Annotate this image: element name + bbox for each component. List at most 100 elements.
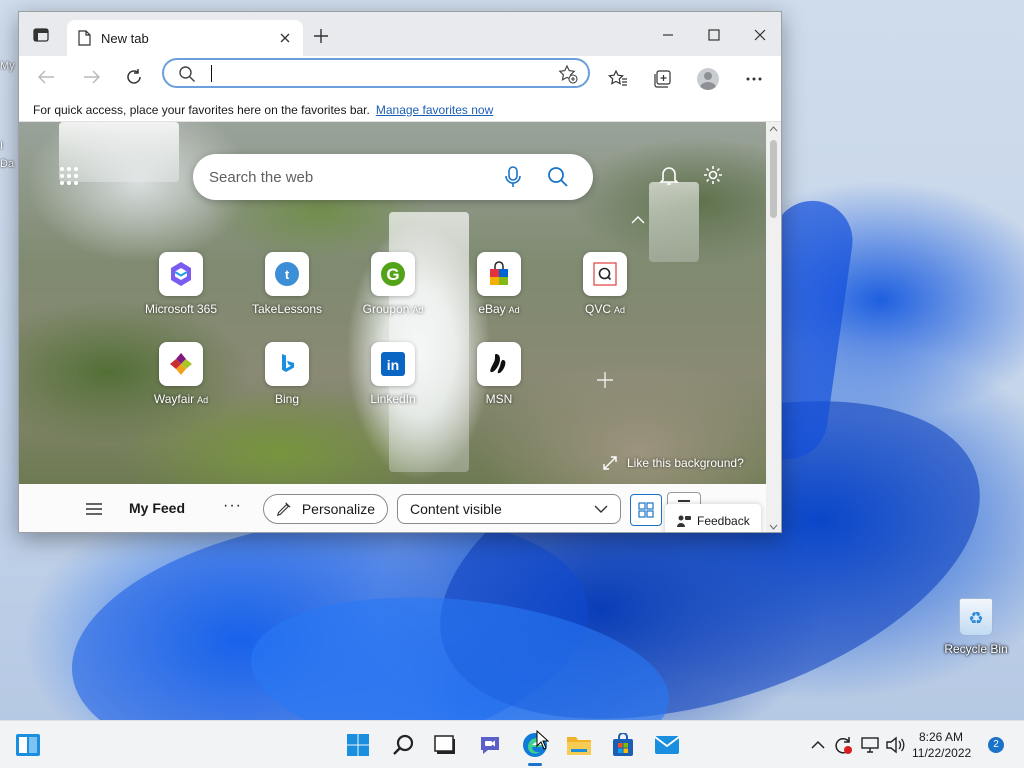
my-feed-title[interactable]: My Feed: [129, 500, 185, 516]
mail-icon: [654, 736, 680, 754]
quick-link-wayfair[interactable]: Wayfair Ad: [128, 342, 234, 406]
ad-badge: Ad: [197, 395, 209, 405]
feedback-button[interactable]: Feedback: [665, 504, 761, 532]
address-input[interactable]: [214, 63, 544, 85]
widgets-button[interactable]: [14, 731, 42, 759]
svg-text:G: G: [386, 265, 399, 284]
minimize-button[interactable]: [645, 20, 691, 50]
close-tab-icon[interactable]: [277, 30, 293, 46]
new-tab-page: Microsoft 365 t TakeLessons G GrouponAd …: [19, 122, 766, 532]
windows-logo-icon: [347, 734, 369, 756]
maximize-button[interactable]: [691, 20, 737, 50]
profile-avatar[interactable]: [697, 68, 719, 90]
network-icon[interactable]: [860, 735, 880, 755]
microphone-icon[interactable]: [503, 166, 523, 188]
desktop-icon-label[interactable]: My: [0, 60, 15, 72]
ad-badge: Ad: [614, 305, 626, 315]
chevron-up-icon[interactable]: [631, 214, 647, 228]
tile-label: Groupon: [362, 302, 410, 316]
feedback-icon: [677, 515, 691, 527]
like-background-button[interactable]: Like this background?: [603, 456, 744, 470]
quick-link-qvc[interactable]: QVC Ad: [552, 252, 658, 316]
scroll-up-icon[interactable]: [769, 126, 778, 132]
refresh-button[interactable]: [123, 66, 145, 88]
quick-link-microsoft-365[interactable]: Microsoft 365: [128, 252, 234, 316]
more-options-icon[interactable]: [743, 68, 765, 90]
recycle-bin-label: Recycle Bin: [944, 642, 1008, 656]
close-window-button[interactable]: [737, 20, 781, 50]
page-scrollbar[interactable]: [766, 122, 781, 532]
qvc-icon: [583, 252, 627, 296]
add-site-icon[interactable]: [595, 370, 615, 390]
taskbar: 8:26 AM 11/22/2022 2: [0, 720, 1024, 768]
update-status-icon[interactable]: [833, 735, 853, 755]
web-search-input[interactable]: [209, 166, 479, 188]
search-taskbar-button[interactable]: [390, 731, 418, 759]
feed-bar: My Feed ··· Personalize Content visible …: [19, 484, 766, 532]
new-tab-button[interactable]: [311, 26, 331, 46]
search-icon: [179, 66, 195, 82]
notification-badge[interactable]: 2: [988, 737, 1004, 753]
quick-link-bing[interactable]: Bing: [234, 342, 340, 406]
widgets-icon: [16, 734, 40, 756]
personalize-button[interactable]: Personalize: [263, 494, 388, 524]
quick-link-groupon[interactable]: G Groupon Ad: [340, 252, 446, 316]
content-visibility-value: Content visible: [410, 501, 502, 517]
quick-link-takelessons[interactable]: t TakeLessons: [234, 252, 340, 316]
svg-text:t: t: [285, 267, 290, 282]
quick-link-linkedin[interactable]: in LinkedIn: [340, 342, 446, 406]
forward-button[interactable]: [81, 66, 103, 88]
like-background-label: Like this background?: [627, 456, 744, 470]
scroll-down-icon[interactable]: [769, 524, 778, 530]
desktop-icon-label[interactable]: Da: [0, 158, 14, 170]
tile-label: Microsoft 365: [144, 302, 218, 316]
menu-icon[interactable]: [85, 502, 103, 516]
start-button[interactable]: [344, 731, 372, 759]
page-icon: [78, 30, 91, 46]
tile-label: Wayfair: [153, 392, 195, 406]
linkedin-icon: in: [371, 342, 415, 386]
task-view-button[interactable]: [431, 731, 459, 759]
tile-label: LinkedIn: [370, 392, 416, 406]
content-visibility-select[interactable]: Content visible: [397, 494, 621, 524]
quick-link-msn[interactable]: MSN: [446, 342, 552, 406]
back-button[interactable]: [35, 66, 57, 88]
file-explorer-button[interactable]: [565, 731, 593, 759]
tab-actions-icon[interactable]: [29, 24, 53, 46]
folder-icon: [567, 737, 591, 755]
address-bar[interactable]: [162, 58, 590, 88]
chat-button[interactable]: [476, 731, 504, 759]
edge-window: New tab For quick access, place your fav…: [18, 11, 782, 533]
show-hidden-icons-button[interactable]: [808, 735, 828, 755]
volume-icon[interactable]: [885, 735, 905, 755]
grid-icon: [638, 502, 654, 518]
groupon-icon: G: [371, 252, 415, 296]
apps-launcher-icon[interactable]: [59, 166, 81, 188]
notifications-bell-icon[interactable]: [658, 164, 682, 188]
mail-button[interactable]: [653, 731, 681, 759]
search-icon[interactable]: [547, 166, 569, 188]
recycle-bin-icon: ♻: [959, 598, 993, 636]
collections-icon[interactable]: [651, 68, 673, 90]
add-favorite-icon[interactable]: [558, 64, 578, 84]
feed-more-button[interactable]: ···: [223, 497, 242, 515]
chat-icon: [481, 737, 499, 754]
web-search-box[interactable]: [193, 154, 593, 200]
microsoft-store-button[interactable]: [609, 731, 637, 759]
recycle-bin[interactable]: ♻ Recycle Bin: [940, 598, 1012, 656]
chevron-down-icon: [594, 505, 608, 513]
wayfair-icon: [159, 342, 203, 386]
taskbar-clock[interactable]: 8:26 AM 11/22/2022: [912, 729, 971, 761]
grid-layout-button[interactable]: [630, 494, 662, 526]
takelessons-icon: t: [265, 252, 309, 296]
tab-new-tab[interactable]: New tab: [67, 20, 303, 56]
tab-title: New tab: [101, 30, 149, 46]
ad-badge: Ad: [508, 305, 520, 315]
expand-icon: [603, 456, 617, 470]
scrollbar-thumb[interactable]: [770, 140, 777, 218]
settings-gear-icon[interactable]: [702, 164, 726, 188]
quick-link-ebay[interactable]: eBay Ad: [446, 252, 552, 316]
favorites-icon[interactable]: [607, 68, 629, 90]
manage-favorites-link[interactable]: Manage favorites now: [376, 103, 493, 117]
desktop-icon-label[interactable]: I: [0, 140, 3, 152]
